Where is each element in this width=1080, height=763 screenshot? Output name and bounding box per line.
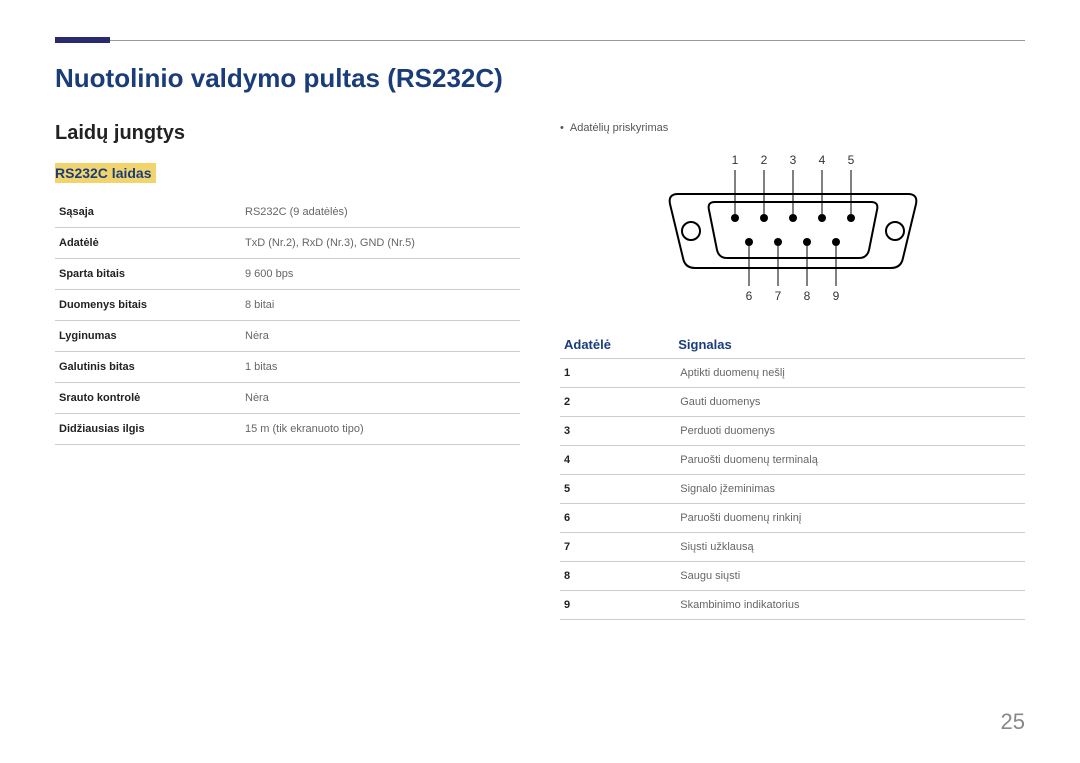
signal-name: Signalo įžeminimas bbox=[676, 475, 1025, 504]
spec-label: Didžiausias ilgis bbox=[55, 414, 241, 445]
table-row: 6Paruošti duomenų rinkinį bbox=[560, 504, 1025, 533]
signal-pin: 5 bbox=[560, 475, 676, 504]
signal-name: Gauti duomenys bbox=[676, 388, 1025, 417]
spec-value: 8 bitai bbox=[241, 290, 520, 321]
signal-pin: 3 bbox=[560, 417, 676, 446]
page-number: 25 bbox=[1001, 709, 1025, 735]
spec-table: SąsajaRS232C (9 adatėlės) AdatėlėTxD (Nr… bbox=[55, 197, 520, 445]
columns: Laidų jungtys RS232C laidas SąsajaRS232C… bbox=[55, 122, 1025, 620]
main-title: Nuotolinio valdymo pultas (RS232C) bbox=[55, 63, 1025, 94]
spec-value: 1 bitas bbox=[241, 352, 520, 383]
signal-table-header: Adatėlė Signalas bbox=[560, 331, 1025, 359]
spec-value: TxD (Nr.2), RxD (Nr.3), GND (Nr.5) bbox=[241, 228, 520, 259]
db9-connector-icon: 1 2 3 4 5 bbox=[643, 146, 943, 306]
svg-text:8: 8 bbox=[803, 289, 810, 303]
table-row: 4Paruošti duomenų terminalą bbox=[560, 446, 1025, 475]
table-row: 5Signalo įžeminimas bbox=[560, 475, 1025, 504]
signal-name: Aptikti duomenų nešlį bbox=[676, 359, 1025, 388]
svg-text:4: 4 bbox=[818, 153, 825, 167]
signal-pin: 9 bbox=[560, 591, 676, 620]
table-row: Srauto kontrolėNėra bbox=[55, 383, 520, 414]
table-row: Duomenys bitais8 bitai bbox=[55, 290, 520, 321]
spec-value: RS232C (9 adatėlės) bbox=[241, 197, 520, 228]
spec-value: 9 600 bps bbox=[241, 259, 520, 290]
table-row: LyginumasNėra bbox=[55, 321, 520, 352]
signal-pin: 7 bbox=[560, 533, 676, 562]
signal-pin: 4 bbox=[560, 446, 676, 475]
section-title: Laidų jungtys bbox=[55, 122, 520, 145]
table-row: 7Siųsti užklausą bbox=[560, 533, 1025, 562]
signal-name: Skambinimo indikatorius bbox=[676, 591, 1025, 620]
signal-table: 1Aptikti duomenų nešlį 2Gauti duomenys 3… bbox=[560, 359, 1025, 620]
spec-value: Nėra bbox=[241, 321, 520, 352]
spec-label: Lyginumas bbox=[55, 321, 241, 352]
top-rule bbox=[55, 40, 1025, 41]
page-container: Nuotolinio valdymo pultas (RS232C) Laidų… bbox=[0, 0, 1080, 650]
svg-text:6: 6 bbox=[745, 289, 752, 303]
spec-value: 15 m (tik ekranuoto tipo) bbox=[241, 414, 520, 445]
spec-value: Nėra bbox=[241, 383, 520, 414]
svg-text:2: 2 bbox=[760, 153, 767, 167]
signal-pin: 8 bbox=[560, 562, 676, 591]
svg-text:3: 3 bbox=[789, 153, 796, 167]
spec-label: Adatėlė bbox=[55, 228, 241, 259]
signal-header-pin: Adatėlė bbox=[564, 337, 678, 352]
table-row: 2Gauti duomenys bbox=[560, 388, 1025, 417]
spec-label: Galutinis bitas bbox=[55, 352, 241, 383]
signal-name: Paruošti duomenų terminalą bbox=[676, 446, 1025, 475]
spec-label: Sparta bitais bbox=[55, 259, 241, 290]
table-row: Didžiausias ilgis15 m (tik ekranuoto tip… bbox=[55, 414, 520, 445]
table-row: 1Aptikti duomenų nešlį bbox=[560, 359, 1025, 388]
svg-text:5: 5 bbox=[847, 153, 854, 167]
signal-header-signal: Signalas bbox=[678, 337, 1021, 352]
sub-title: RS232C laidas bbox=[55, 163, 156, 183]
signal-name: Perduoti duomenys bbox=[676, 417, 1025, 446]
signal-name: Paruošti duomenų rinkinį bbox=[676, 504, 1025, 533]
left-column: Laidų jungtys RS232C laidas SąsajaRS232C… bbox=[55, 122, 520, 620]
signal-name: Saugu siųsti bbox=[676, 562, 1025, 591]
table-row: Galutinis bitas1 bitas bbox=[55, 352, 520, 383]
table-row: 9Skambinimo indikatorius bbox=[560, 591, 1025, 620]
table-row: SąsajaRS232C (9 adatėlės) bbox=[55, 197, 520, 228]
signal-pin: 2 bbox=[560, 388, 676, 417]
spec-label: Srauto kontrolė bbox=[55, 383, 241, 414]
pin-assignment-label: Adatėlių priskyrimas bbox=[560, 122, 1025, 134]
table-row: 8Saugu siųsti bbox=[560, 562, 1025, 591]
spec-label: Sąsaja bbox=[55, 197, 241, 228]
signal-pin: 1 bbox=[560, 359, 676, 388]
svg-text:7: 7 bbox=[774, 289, 781, 303]
svg-text:1: 1 bbox=[731, 153, 738, 167]
connector-diagram: 1 2 3 4 5 bbox=[643, 146, 943, 311]
signal-name: Siųsti užklausą bbox=[676, 533, 1025, 562]
right-column: Adatėlių priskyrimas 1 2 3 4 5 bbox=[560, 122, 1025, 620]
table-row: Sparta bitais9 600 bps bbox=[55, 259, 520, 290]
signal-pin: 6 bbox=[560, 504, 676, 533]
spec-label: Duomenys bitais bbox=[55, 290, 241, 321]
table-row: AdatėlėTxD (Nr.2), RxD (Nr.3), GND (Nr.5… bbox=[55, 228, 520, 259]
svg-text:9: 9 bbox=[832, 289, 839, 303]
table-row: 3Perduoti duomenys bbox=[560, 417, 1025, 446]
